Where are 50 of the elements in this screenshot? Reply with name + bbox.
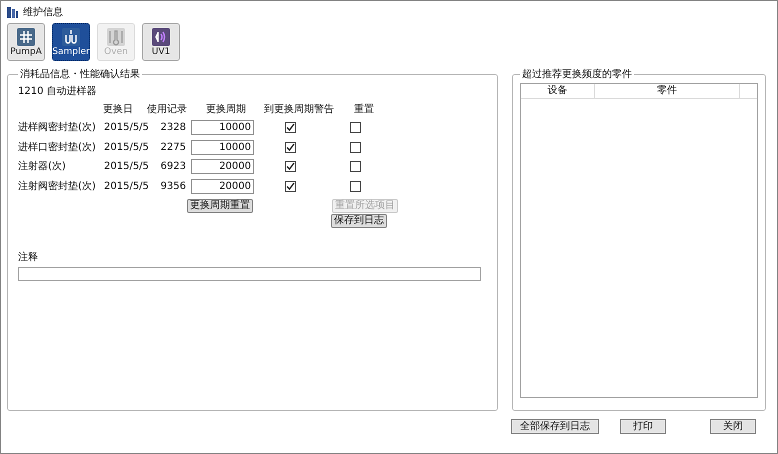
app-icon xyxy=(6,6,19,18)
cycle-field[interactable]: 20000 xyxy=(191,159,254,174)
device-name: 1210 自动进样器 xyxy=(18,84,97,99)
needle-icon xyxy=(61,26,81,46)
usage-count: 2275 xyxy=(160,140,186,155)
dialog-button[interactable]: 全部保存到日志 xyxy=(511,418,599,434)
note-field[interactable] xyxy=(18,267,481,281)
checkbox[interactable] xyxy=(350,161,361,172)
save-log-button[interactable]: 保存到日志 xyxy=(331,214,387,228)
change-date: 2015/5/5 xyxy=(104,140,150,155)
module-button[interactable]: Sampler xyxy=(52,23,90,61)
thermometer-icon xyxy=(106,26,126,46)
part-name: 进样阀密封垫(次) xyxy=(18,120,97,136)
checkbox[interactable] xyxy=(285,180,296,192)
column-header: 零件 xyxy=(595,84,740,98)
part-name: 注射器(次) xyxy=(18,160,67,174)
part-name: 进样口密封垫(次) xyxy=(18,140,97,155)
pipe-icon xyxy=(16,26,36,46)
checkbox[interactable] xyxy=(350,142,361,153)
change-date: 2015/5/5 xyxy=(104,121,150,136)
usage-count: 2328 xyxy=(160,121,186,136)
column-header: 重置 xyxy=(353,102,375,116)
window-title: 维护信息 xyxy=(23,6,63,20)
panel-title: 超过推荐更换频度的零件 xyxy=(521,68,633,82)
change-date: 2015/5/5 xyxy=(104,160,150,174)
usage-count: 6923 xyxy=(160,160,186,174)
dialog-button[interactable]: 打印 xyxy=(620,418,666,434)
dialog-button[interactable]: 关闭 xyxy=(710,418,756,434)
change-date: 2015/5/5 xyxy=(104,180,150,194)
cycle-field[interactable]: 10000 xyxy=(191,140,254,155)
checkbox[interactable] xyxy=(350,180,361,192)
cycle-field[interactable]: 20000 xyxy=(191,178,254,194)
module-button[interactable]: UV1 xyxy=(142,23,180,61)
usage-count: 9356 xyxy=(160,180,186,194)
column-header: 更换周期 xyxy=(205,102,247,116)
module-button[interactable]: PumpA xyxy=(7,23,45,61)
column-header: 设备 xyxy=(521,84,595,98)
checkbox[interactable] xyxy=(285,122,296,134)
part-name: 注射阀密封垫(次) xyxy=(18,180,97,194)
checkbox[interactable] xyxy=(285,161,296,172)
reset-cycle-button[interactable]: 更换周期重置 xyxy=(187,199,253,213)
column-header: 更换日 xyxy=(102,102,134,116)
column-header: 使用记录 xyxy=(146,102,188,116)
panel-title: 消耗品信息・性能确认结果 xyxy=(19,68,141,82)
lamp-icon xyxy=(151,26,171,46)
checkbox[interactable] xyxy=(350,122,361,134)
column-header: 到更换周期警告 xyxy=(263,102,335,116)
cycle-field[interactable]: 10000 xyxy=(191,120,254,136)
checkbox[interactable] xyxy=(285,142,296,153)
note-label: 注释 xyxy=(18,250,38,265)
